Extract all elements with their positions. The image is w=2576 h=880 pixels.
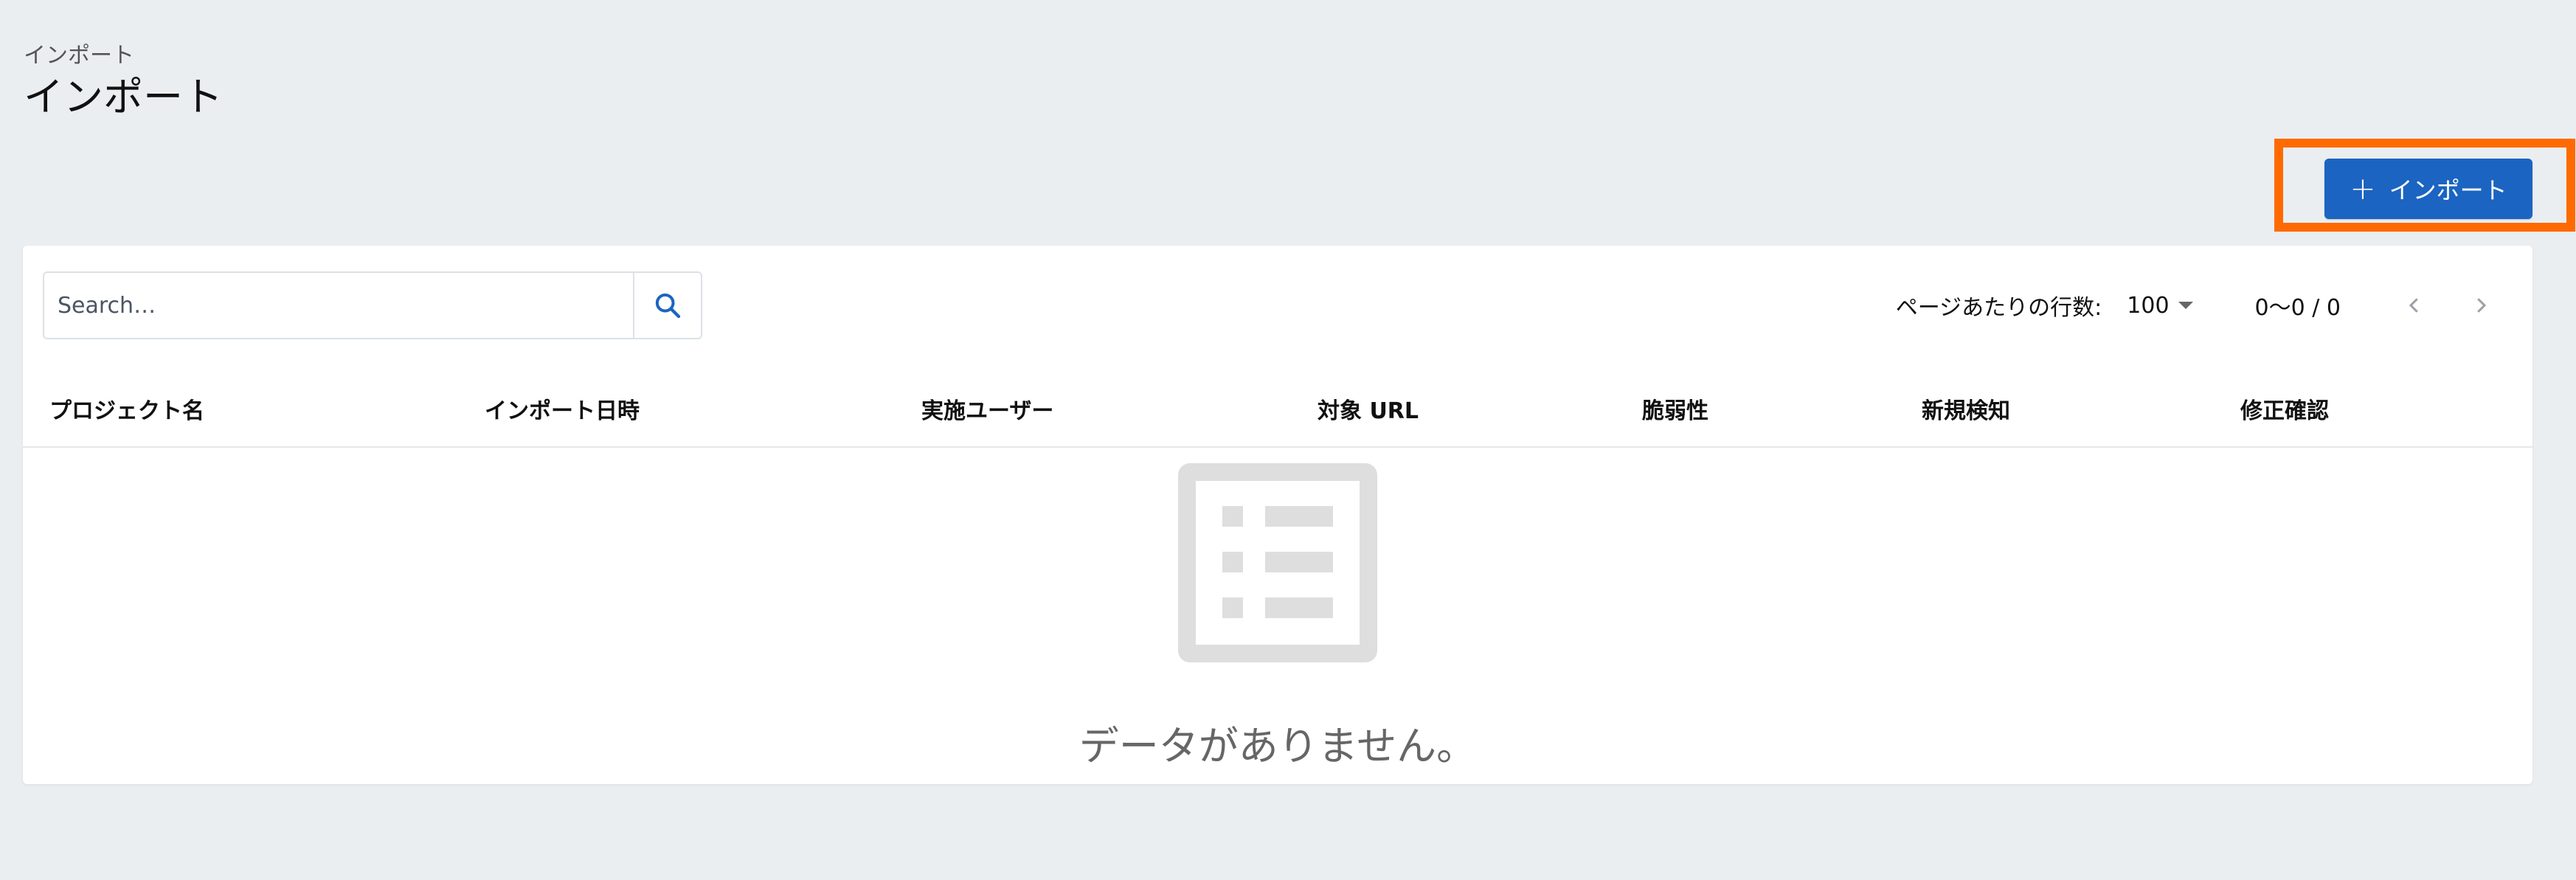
column-header-import-datetime[interactable]: インポート日時 (485, 371, 640, 446)
search-icon (655, 293, 681, 319)
import-table-card: ページあたりの行数: 100 0〜0 / 0 プロジェクト名 インポート日時 実… (23, 246, 2532, 784)
search-box (43, 271, 702, 339)
pagination: ページあたりの行数: 100 0〜0 / 0 (1896, 271, 2503, 339)
column-header-new-detection[interactable]: 新規検知 (1922, 371, 2010, 446)
search-input[interactable] (44, 273, 633, 338)
page-title: インポート (24, 74, 223, 120)
column-header-user[interactable]: 実施ユーザー (921, 371, 1053, 446)
import-button-label: インポート (2389, 176, 2507, 204)
search-button[interactable] (633, 273, 701, 338)
caret-down-icon (2178, 302, 2193, 309)
column-header-target-url[interactable]: 対象 URL (1318, 371, 1419, 446)
empty-state: データがありません。 (23, 448, 2532, 784)
page-range: 0〜0 / 0 (2254, 295, 2341, 321)
chevron-right-icon (2477, 298, 2487, 313)
column-header-fix-confirmation[interactable]: 修正確認 (2240, 371, 2329, 446)
empty-message: データがありません。 (1078, 723, 1477, 769)
breadcrumb: インポート (24, 43, 134, 69)
list-icon (1178, 463, 1377, 662)
plus-icon: + (2350, 170, 2376, 207)
column-header-project-name[interactable]: プロジェクト名 (49, 371, 204, 446)
previous-page-button[interactable] (2392, 283, 2437, 328)
rows-per-page-label: ページあたりの行数: (1895, 295, 2102, 321)
column-header-vulnerability[interactable]: 脆弱性 (1642, 371, 1708, 446)
next-page-button[interactable] (2459, 283, 2503, 328)
table-header: プロジェクト名 インポート日時 実施ユーザー 対象 URL 脆弱性 新規検知 修… (23, 371, 2532, 448)
chevron-left-icon (2409, 298, 2418, 313)
import-button[interactable]: + インポート (2324, 159, 2532, 219)
rows-per-page-select[interactable]: 100 (2127, 292, 2193, 319)
rows-per-page-value: 100 (2127, 292, 2170, 319)
